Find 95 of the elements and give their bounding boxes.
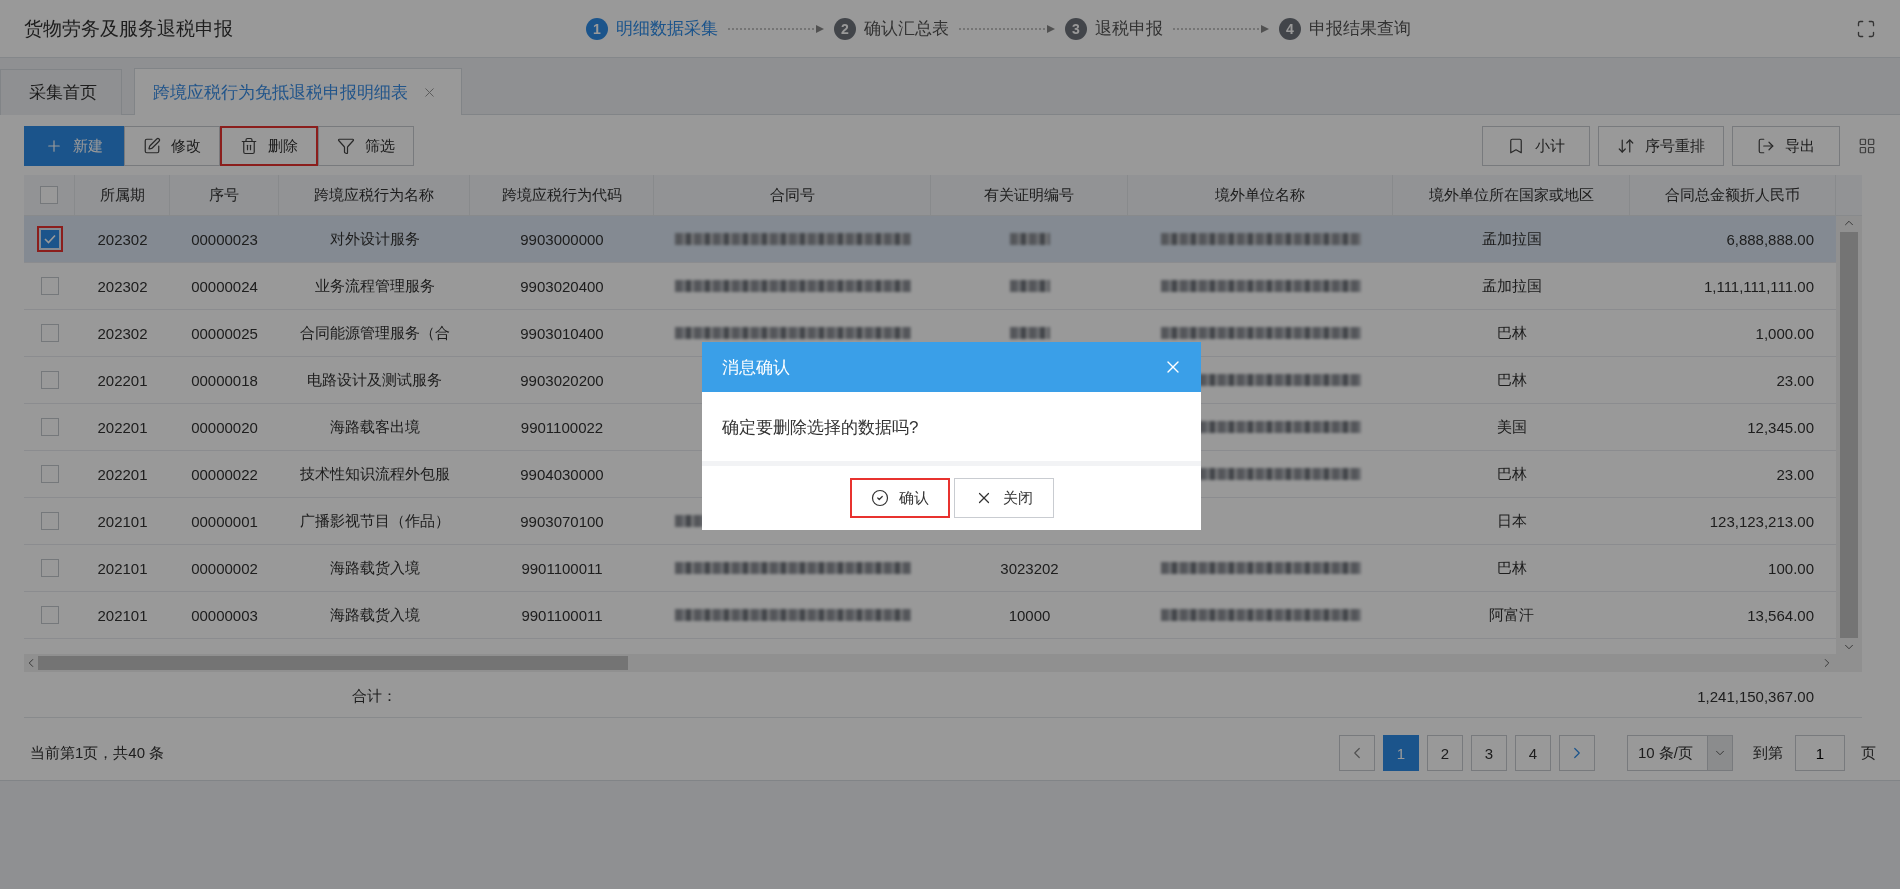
table-cell-text: 业务流程管理服务 xyxy=(313,275,436,296)
page-suffix: 页 xyxy=(1861,743,1876,763)
step-number: 4 xyxy=(1279,17,1301,40)
table-cell-text: 1,000.00 xyxy=(1754,323,1815,344)
page-button[interactable]: 2 xyxy=(1427,735,1463,771)
step-label[interactable]: 退税申报 xyxy=(1095,17,1163,40)
table-cell-text: 海路载客出境 xyxy=(328,416,421,437)
table-cell-text: 阿富汗 xyxy=(1488,604,1535,625)
table-cell-text: 23.00 xyxy=(1775,464,1815,485)
total-label: 合计： xyxy=(351,686,398,706)
table-cell-text: 9901100011 xyxy=(520,605,604,626)
dialog-title: 消息确认 xyxy=(722,356,790,379)
toolbar-button[interactable]: 删除 xyxy=(220,126,318,166)
table-cell-text: 00000003 xyxy=(190,605,259,626)
column-header: 境外单位名称 xyxy=(1128,175,1393,215)
page-summary: 当前第1页，共40 条 xyxy=(30,743,165,763)
table-cell-text: 9903020400 xyxy=(519,276,605,297)
table-cell-text: 00000023 xyxy=(190,229,259,250)
column-header: 跨境应税行为代码 xyxy=(470,175,654,215)
table-cell-text: 合同能源管理服务（合 xyxy=(298,322,451,343)
table-cell-text: 海路载货入境 xyxy=(328,557,421,578)
step-number: 1 xyxy=(586,17,608,40)
table-cell-text: 9903070100 xyxy=(519,511,605,532)
table-cell-text: 00000020 xyxy=(190,417,259,438)
table-cell-text: 巴林 xyxy=(1495,369,1528,390)
toolbar-button[interactable]: 筛选 xyxy=(318,126,414,166)
table-cell-text: 9903010400 xyxy=(519,323,605,344)
table-cell-text: 6,888,888.00 xyxy=(1725,229,1815,250)
table-cell-text: 00000025 xyxy=(190,323,259,344)
page-button[interactable]: 3 xyxy=(1471,735,1507,771)
toolbar-button[interactable]: 小计 xyxy=(1482,126,1590,166)
page-input[interactable]: 1 xyxy=(1795,735,1845,771)
step-label[interactable]: 申报结果查询 xyxy=(1309,17,1411,40)
table-cell-text: 202201 xyxy=(96,464,149,485)
total-amount: 1,241,150,367.00 xyxy=(1696,687,1815,707)
dialog-button[interactable]: 关闭 xyxy=(953,478,1054,518)
app-title: 货物劳务及服务退税申报 xyxy=(24,16,234,41)
table-cell-text: 巴林 xyxy=(1495,322,1528,343)
page-size-select[interactable]: 10 条/页 xyxy=(1627,735,1733,771)
toolbar-button[interactable]: 导出 xyxy=(1732,126,1840,166)
column-header: 序号 xyxy=(170,175,279,215)
table-cell-text: 电路设计及测试服务 xyxy=(306,369,443,390)
table-cell-text: 对外设计服务 xyxy=(328,228,421,249)
table-cell-text: 202101 xyxy=(96,605,149,626)
table-cell-text: 00000001 xyxy=(190,511,259,532)
tab[interactable]: 采集首页 xyxy=(0,69,122,115)
table-cell-text: 孟加拉国 xyxy=(1480,275,1543,296)
table-cell-text: 海路载货入境 xyxy=(328,604,421,625)
table-cell-text: 3023202 xyxy=(999,558,1060,579)
table-cell-text: 9901100022 xyxy=(519,417,605,438)
table-cell-text: 00000024 xyxy=(190,276,259,297)
table-cell-text: 202201 xyxy=(96,417,149,438)
table-cell-text: 巴林 xyxy=(1495,557,1528,578)
table-cell-text: 9903020200 xyxy=(519,370,605,391)
column-header: 所属期 xyxy=(75,175,170,215)
column-header: 境外单位所在国家或地区 xyxy=(1393,175,1630,215)
table-cell-text: 技术性知识流程外包服 xyxy=(298,463,451,484)
table-cell-text: 12,345.00 xyxy=(1746,417,1815,438)
table-cell-text: 202101 xyxy=(96,511,149,532)
column-header: 有关证明编号 xyxy=(931,175,1128,215)
table-cell-text: 202302 xyxy=(96,276,149,297)
step-label[interactable]: 确认汇总表 xyxy=(864,17,949,40)
table-cell-text: 202101 xyxy=(96,558,149,579)
table-cell-text: 202302 xyxy=(96,323,149,344)
toolbar-button[interactable]: 序号重排 xyxy=(1598,126,1724,166)
table-cell-text: 202302 xyxy=(96,229,149,250)
table-cell-text: 10000 xyxy=(1007,605,1052,626)
dialog-message: 确定要删除选择的数据吗? xyxy=(722,418,919,437)
column-header: 跨境应税行为名称 xyxy=(279,175,470,215)
table-cell-text: 00000022 xyxy=(190,464,259,485)
table-cell-text: 100.00 xyxy=(1767,558,1815,579)
table-cell-text: 00000002 xyxy=(190,558,259,579)
goto-label: 到第 xyxy=(1753,743,1783,763)
table-cell-text: 9904030000 xyxy=(519,464,605,485)
table-cell-text: 9903000000 xyxy=(519,229,605,250)
table-cell-text: 广播影视节目（作品） xyxy=(298,510,451,531)
table-cell-text: 巴林 xyxy=(1495,463,1528,484)
page-button[interactable]: 4 xyxy=(1515,735,1551,771)
table-cell-text: 美国 xyxy=(1495,416,1528,437)
table-cell-text: 202201 xyxy=(96,370,149,391)
table-row[interactable]: 202302 00000023 对外设计服务 9903000000 孟加拉国 6,888,888.00 xyxy=(24,216,1836,263)
step-number: 3 xyxy=(1065,17,1087,40)
table-cell-text: 9901100011 xyxy=(520,558,604,579)
dialog-button[interactable]: 确认 xyxy=(849,478,950,518)
table-cell-text: 1,111,111,111.00 xyxy=(1702,276,1815,297)
table-cell-text: 23.00 xyxy=(1775,370,1815,391)
toolbar-button[interactable]: 修改 xyxy=(124,126,220,166)
column-header: 合同总金额折人民币 xyxy=(1630,175,1836,215)
table-cell-text: 00000018 xyxy=(190,370,259,391)
step-number: 2 xyxy=(834,17,856,40)
table-cell-text: 123,123,213.00 xyxy=(1708,511,1815,532)
table-cell-text: 日本 xyxy=(1495,510,1528,531)
table-cell-text: 孟加拉国 xyxy=(1480,228,1543,249)
table-cell-text: 13,564.00 xyxy=(1746,605,1815,626)
column-header: 合同号 xyxy=(654,175,931,215)
